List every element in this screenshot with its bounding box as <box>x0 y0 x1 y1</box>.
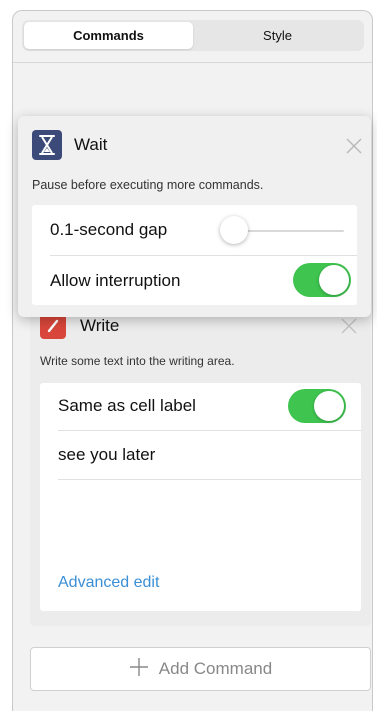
wait-card-description: Pause before executing more commands. <box>32 178 264 192</box>
write-command-card: Write Write some text into the writing a… <box>30 305 371 626</box>
toggle-knob <box>319 265 349 295</box>
wait-card-body: 0.1-second gap Allow interruption <box>32 205 357 305</box>
write-card-title: Write <box>80 316 120 335</box>
write-text-value[interactable]: see you later <box>58 445 155 465</box>
wait-card-header: Wait <box>32 130 107 160</box>
header-divider <box>13 62 372 63</box>
interruption-toggle[interactable] <box>293 263 351 297</box>
row-divider <box>58 479 361 480</box>
wait-command-card[interactable]: Wait Pause before executing more command… <box>18 116 371 317</box>
wait-card-title: Wait <box>74 135 108 154</box>
gap-label: 0.1-second gap <box>50 220 168 239</box>
same-as-label-toggle[interactable] <box>288 389 346 423</box>
same-as-label-text: Same as cell label <box>58 396 196 415</box>
write-card-description: Write some text into the writing area. <box>40 354 235 368</box>
segmented-control: Commands Style <box>22 20 364 51</box>
write-card-body: Same as cell label see you later Advance… <box>40 383 361 611</box>
tab-commands[interactable]: Commands <box>24 22 193 49</box>
close-icon[interactable] <box>345 137 363 155</box>
tab-style[interactable]: Style <box>193 22 362 49</box>
add-command-button[interactable]: Add Command <box>30 647 371 691</box>
text-entry-row[interactable]: see you later <box>40 431 361 479</box>
interruption-label: Allow interruption <box>50 270 181 290</box>
add-command-label: Add Command <box>158 659 273 678</box>
hourglass-icon <box>32 130 62 160</box>
close-icon[interactable] <box>340 317 358 335</box>
plus-icon <box>129 657 149 682</box>
toggle-knob <box>314 391 344 421</box>
advanced-edit-link[interactable]: Advanced edit <box>58 574 159 592</box>
